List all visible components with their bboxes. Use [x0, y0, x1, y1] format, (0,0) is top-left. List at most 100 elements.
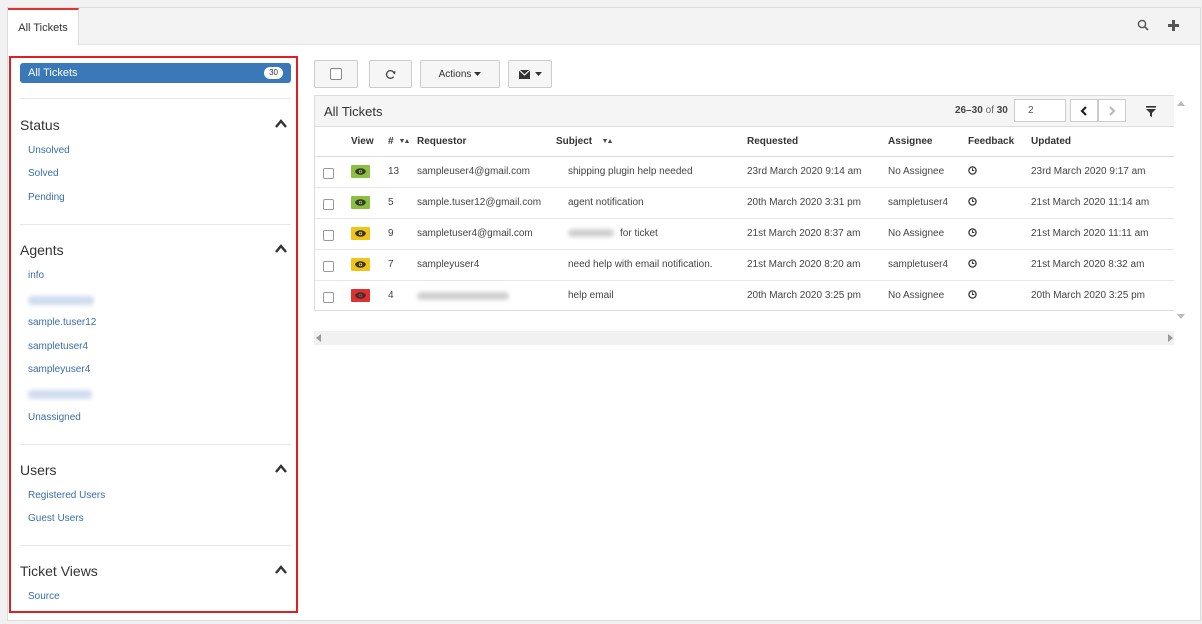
ticket-requestor[interactable]: sampletuser4@gmail.com: [417, 218, 556, 250]
panel-title: All Tickets: [324, 104, 383, 119]
page-number-input[interactable]: 2: [1014, 99, 1066, 122]
ticket-subject[interactable]: agent notification: [556, 187, 747, 219]
row-checkbox[interactable]: [323, 168, 334, 179]
sidebar-item-guest-users[interactable]: Guest Users: [28, 513, 84, 524]
divider: [20, 224, 291, 225]
pager-of: of: [985, 105, 994, 116]
view-eye-icon[interactable]: [351, 289, 370, 303]
ticket-number[interactable]: 9: [388, 218, 417, 250]
view-eye-icon[interactable]: [351, 165, 370, 178]
scroll-up-icon[interactable]: [1177, 101, 1185, 107]
scroll-left-icon[interactable]: [316, 334, 322, 342]
ticket-number[interactable]: 4: [388, 280, 417, 311]
horizontal-scrollbar[interactable]: [314, 331, 1175, 345]
chevron-up-icon[interactable]: [274, 563, 288, 577]
chevron-up-icon[interactable]: [274, 462, 288, 476]
sidebar-item-agent-sampletuser4[interactable]: sampletuser4: [28, 341, 88, 352]
column-header-subject-label: Subject: [556, 136, 593, 147]
email-dropdown-button[interactable]: [508, 60, 552, 88]
row-checkbox[interactable]: [323, 230, 334, 241]
redacted-agent[interactable]: [28, 296, 94, 305]
table-row[interactable]: 4 help email 20th March 2020 3:25 pm No Ass…: [315, 280, 1176, 311]
clock-icon: [968, 196, 977, 206]
ticket-assignee: No Assignee: [888, 218, 968, 250]
search-icon[interactable]: [1135, 17, 1151, 33]
ticket-assignee: No Assignee: [888, 156, 968, 188]
actions-label: Actions: [438, 68, 472, 80]
refresh-button[interactable]: [369, 60, 412, 88]
tab-all-tickets[interactable]: All Tickets: [8, 8, 79, 46]
tickets-table: View # Requestor Subject Requested Assig…: [315, 127, 1176, 311]
select-all-button[interactable]: [314, 60, 358, 88]
column-header-view[interactable]: View: [351, 127, 388, 157]
ticket-subject[interactable]: for ticket: [556, 218, 747, 250]
sidebar-item-registered-users[interactable]: Registered Users: [28, 490, 105, 501]
ticket-requestor[interactable]: [417, 280, 556, 311]
column-header-assignee[interactable]: Assignee: [888, 127, 968, 157]
column-header-updated[interactable]: Updated: [1031, 127, 1176, 157]
ticket-number[interactable]: 5: [388, 187, 417, 219]
ticket-number[interactable]: 7: [388, 249, 417, 281]
chevron-up-icon[interactable]: [274, 242, 288, 256]
row-checkbox[interactable]: [323, 199, 334, 210]
ticket-number[interactable]: 13: [388, 156, 417, 188]
next-page-button[interactable]: [1098, 99, 1126, 122]
select-all-checkbox[interactable]: [330, 68, 342, 80]
section-title-status: Status: [20, 117, 60, 133]
row-checkbox[interactable]: [323, 292, 334, 304]
prev-page-button[interactable]: [1070, 99, 1098, 122]
sidebar-item-source[interactable]: Source: [28, 591, 60, 602]
clock-icon: [968, 165, 977, 175]
column-header-requestor[interactable]: Requestor: [417, 127, 556, 157]
ticket-requested-date: 21st March 2020 8:20 am: [747, 249, 888, 281]
sidebar-item-agent-sample-tuser12[interactable]: sample.tuser12: [28, 317, 96, 328]
ticket-subject[interactable]: need help with email notification.: [556, 249, 747, 281]
sidebar-item-agent-info[interactable]: info: [28, 270, 44, 281]
table-row[interactable]: 9 sampletuser4@gmail.com for ticket 21st Ma…: [315, 218, 1176, 250]
sort-icon: [602, 139, 612, 143]
ticket-subject-text: help email: [568, 290, 614, 302]
sidebar-item-unsolved[interactable]: Unsolved: [28, 145, 70, 156]
scroll-down-icon[interactable]: [1177, 313, 1185, 319]
view-eye-icon[interactable]: [351, 258, 370, 271]
sidebar-item-all-tickets[interactable]: All Tickets 30: [20, 63, 291, 83]
table-row[interactable]: 7 sampleyuser4 need help with email notifi…: [315, 249, 1176, 281]
table-row[interactable]: 13 sampleuser4@gmail.com shipping plugin h…: [315, 156, 1176, 188]
sidebar-item-solved[interactable]: Solved: [28, 168, 59, 179]
ticket-subject-text: agent notification: [568, 197, 644, 208]
ticket-updated-date: 21st March 2020 11:11 am: [1031, 218, 1176, 250]
app-frame: All Tickets All Tickets 30 Status Unsolv…: [7, 7, 1201, 621]
column-header-number[interactable]: #: [388, 127, 417, 157]
view-eye-icon[interactable]: [351, 196, 370, 209]
vertical-scrollbar[interactable]: [1174, 95, 1188, 345]
column-header-requested[interactable]: Requested: [747, 127, 888, 157]
redacted-agent[interactable]: [28, 390, 92, 399]
ticket-updated-date: 20th March 2020 3:25 pm: [1031, 290, 1145, 302]
view-eye-icon[interactable]: [351, 227, 370, 240]
column-header-feedback[interactable]: Feedback: [968, 127, 1031, 157]
ticket-subject-text: shipping plugin help needed: [568, 166, 693, 177]
envelope-icon: [518, 69, 530, 79]
all-tickets-count-badge: 30: [264, 67, 283, 79]
sidebar-item-agent-sampleyuser4[interactable]: sampleyuser4: [28, 364, 90, 375]
ticket-subject[interactable]: help email: [556, 280, 747, 311]
table-row[interactable]: 5 sample.tuser12@gmail.com agent notificat…: [315, 187, 1176, 219]
sidebar-filters: All Tickets 30 Status Unsolved Solved Pe…: [9, 56, 298, 613]
plus-icon[interactable]: [1165, 17, 1181, 33]
ticket-subject-text: for ticket: [620, 228, 658, 239]
filter-icon[interactable]: [1144, 104, 1158, 118]
actions-dropdown-button[interactable]: Actions: [420, 60, 500, 88]
row-checkbox[interactable]: [323, 261, 334, 272]
scroll-right-icon[interactable]: [1167, 334, 1173, 342]
chevron-up-icon[interactable]: [274, 117, 288, 131]
sidebar-item-pending[interactable]: Pending: [28, 192, 65, 203]
divider: [20, 444, 291, 445]
top-tab-bar: All Tickets: [8, 8, 1200, 46]
column-header-subject[interactable]: Subject: [556, 127, 747, 157]
ticket-requestor[interactable]: sampleuser4@gmail.com: [417, 156, 556, 188]
sidebar-item-unassigned[interactable]: Unassigned: [28, 412, 81, 423]
ticket-requestor[interactable]: sampleyuser4: [417, 249, 556, 281]
ticket-subject[interactable]: shipping plugin help needed: [556, 156, 747, 188]
ticket-requested-date: 20th March 2020 3:31 pm: [747, 187, 888, 219]
ticket-requestor[interactable]: sample.tuser12@gmail.com: [417, 187, 556, 219]
